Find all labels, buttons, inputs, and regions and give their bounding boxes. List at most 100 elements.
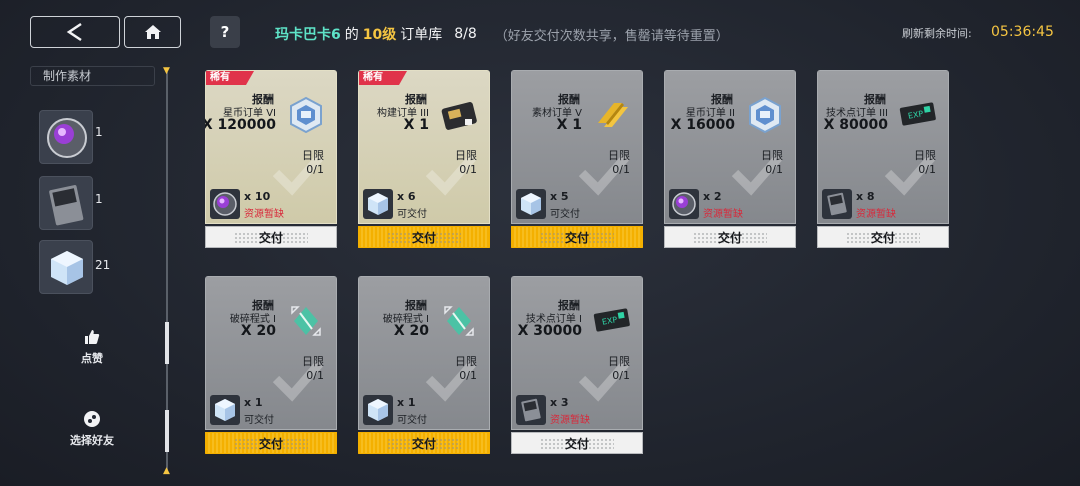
material-count: 1 (95, 192, 103, 206)
order-card-body: 稀有 报酬 星币订单 VI X 120000 日限 0/1 x 10 资源暂缺 (205, 70, 337, 224)
title-of: 的 (344, 27, 359, 43)
exp-card-icon (822, 189, 852, 219)
like-label: 点赞 (81, 352, 103, 365)
requirement-status: 可交付 (397, 209, 427, 220)
deliver-button[interactable]: 交付 (511, 226, 643, 248)
scroll-up-icon: ▼ (163, 66, 170, 76)
order-card[interactable]: 稀有 报酬 星币订单 VI X 120000 日限 0/1 x 10 资源暂缺 … (205, 70, 337, 250)
thumbs-up-icon (85, 330, 100, 344)
daily-limit-value: 0/1 (306, 369, 324, 382)
refresh-timer: 05:36:45 (991, 24, 1054, 40)
purple-orb-icon (669, 189, 699, 219)
requirement-status: 资源暂缺 (703, 209, 743, 220)
home-button[interactable] (124, 16, 181, 48)
required-quantity: x 2 (703, 190, 722, 203)
daily-limit-label: 日限 (608, 355, 630, 368)
crystal-cube-icon (51, 251, 83, 285)
crystal-cube-icon (363, 189, 393, 219)
daily-limit-value: 0/1 (612, 369, 630, 382)
deliver-button[interactable]: 交付 (205, 432, 337, 454)
requirement-status: 可交付 (244, 415, 274, 426)
rare-badge: 稀有 (359, 71, 407, 85)
deliver-label: 交付 (870, 231, 895, 245)
purple-orb-icon (47, 118, 87, 158)
exp-card-icon (49, 185, 84, 226)
order-card-body: 稀有 报酬 构建订单 III X 1 日限 0/1 x 6 可交付 (358, 70, 490, 224)
library-label: 订单库 (400, 27, 443, 43)
like-button[interactable]: 点赞 (52, 328, 132, 366)
order-card[interactable]: 报酬 破碎程式 I X 20 日限 0/1 x 1 可交付 交付 (205, 276, 337, 456)
reward-quantity: X 16000 (670, 117, 735, 133)
order-card-body: 报酬 破碎程式 I X 20 日限 0/1 x 1 可交付 (358, 276, 490, 430)
material-purple-orb[interactable] (39, 110, 93, 164)
deliver-label: 交付 (258, 231, 283, 245)
deliver-button[interactable]: 交付 (205, 226, 337, 248)
reward-quantity: X 30000 (517, 323, 582, 339)
deliver-label: 交付 (717, 231, 742, 245)
required-quantity: x 1 (397, 396, 416, 409)
reward-quantity: X 1 (403, 117, 429, 133)
back-button[interactable] (30, 16, 120, 48)
reward-quantity: X 80000 (823, 117, 888, 133)
exp-ticket-icon: EXP (898, 95, 938, 135)
rare-badge: 稀有 (206, 71, 254, 85)
crystal-cube-icon (516, 189, 546, 219)
deliver-label: 交付 (258, 437, 283, 451)
order-card[interactable]: 报酬 星币订单 II X 16000 日限 0/1 x 2 资源暂缺 交付 (664, 70, 796, 250)
daily-limit-label: 日限 (608, 149, 630, 162)
build-order-icon (439, 95, 479, 135)
deliver-label: 交付 (411, 231, 436, 245)
order-card-body: 报酬 星币订单 II X 16000 日限 0/1 x 2 资源暂缺 (664, 70, 796, 224)
daily-limit-value: 0/1 (459, 163, 477, 176)
daily-limit-label: 日限 (455, 149, 477, 162)
exp-card-icon (516, 395, 546, 425)
daily-limit-value: 0/1 (306, 163, 324, 176)
required-quantity: x 8 (856, 190, 875, 203)
order-card[interactable]: 稀有 报酬 构建订单 III X 1 日限 0/1 x 6 可交付 交付 (358, 70, 490, 250)
required-quantity: x 3 (550, 396, 569, 409)
order-card-body: 报酬 破碎程式 I X 20 日限 0/1 x 1 可交付 (205, 276, 337, 430)
daily-limit-label: 日限 (302, 149, 324, 162)
material-exp-card[interactable] (39, 176, 93, 230)
deliver-button[interactable]: 交付 (358, 432, 490, 454)
deliver-label: 交付 (411, 437, 436, 451)
requirement-status: 可交付 (550, 209, 580, 220)
material-count: 21 (95, 258, 111, 272)
help-button[interactable]: ? (210, 16, 240, 48)
gold-bars-icon (592, 95, 632, 135)
requirement-status: 资源暂缺 (856, 209, 896, 220)
requirement-status: 可交付 (397, 415, 427, 426)
daily-limit-value: 0/1 (612, 163, 630, 176)
reward-quantity: X 1 (556, 117, 582, 133)
order-card[interactable]: 报酬 素材订单 V X 1 日限 0/1 x 5 可交付 交付 (511, 70, 643, 250)
scrollbar-thumb[interactable] (165, 322, 169, 364)
daily-limit-label: 日限 (761, 149, 783, 162)
order-card[interactable]: 报酬 破碎程式 I X 20 日限 0/1 x 1 可交付 交付 (358, 276, 490, 456)
deliver-label: 交付 (564, 231, 589, 245)
daily-limit-value: 0/1 (918, 163, 936, 176)
deliver-button[interactable]: 交付 (664, 226, 796, 248)
deliver-button[interactable]: 交付 (511, 432, 643, 454)
material-crystal-cube[interactable] (39, 240, 93, 294)
order-card[interactable]: 报酬 技术点订单 III X 80000 EXP 日限 0/1 x 8 资源暂缺… (817, 70, 949, 250)
deliver-button[interactable]: 交付 (817, 226, 949, 248)
select-friend-button[interactable]: 选择好友 (52, 410, 132, 448)
material-count: 1 (95, 125, 103, 139)
deliver-button[interactable]: 交付 (358, 226, 490, 248)
star-coin-order-icon (745, 95, 785, 135)
reward-quantity: X 20 (240, 323, 276, 339)
exp-ticket-icon: EXP (592, 301, 632, 341)
home-icon (144, 25, 161, 39)
daily-limit-label: 日限 (302, 355, 324, 368)
order-card[interactable]: 报酬 技术点订单 I X 30000 EXP 日限 0/1 x 3 资源暂缺 交… (511, 276, 643, 456)
share-note: （好友交付次数共享，售罄请等待重置） (494, 28, 729, 44)
scrollbar-thumb[interactable] (165, 410, 169, 452)
required-quantity: x 6 (397, 190, 416, 203)
star-coin-order-icon (286, 95, 326, 135)
reward-quantity: X 120000 (205, 117, 276, 133)
select-friend-label: 选择好友 (70, 434, 114, 447)
partner-name: 玛卡巴卡6 (275, 27, 341, 43)
daily-limit-label: 日限 (455, 355, 477, 368)
daily-limit-value: 0/1 (459, 369, 477, 382)
broken-program-icon (286, 301, 326, 341)
